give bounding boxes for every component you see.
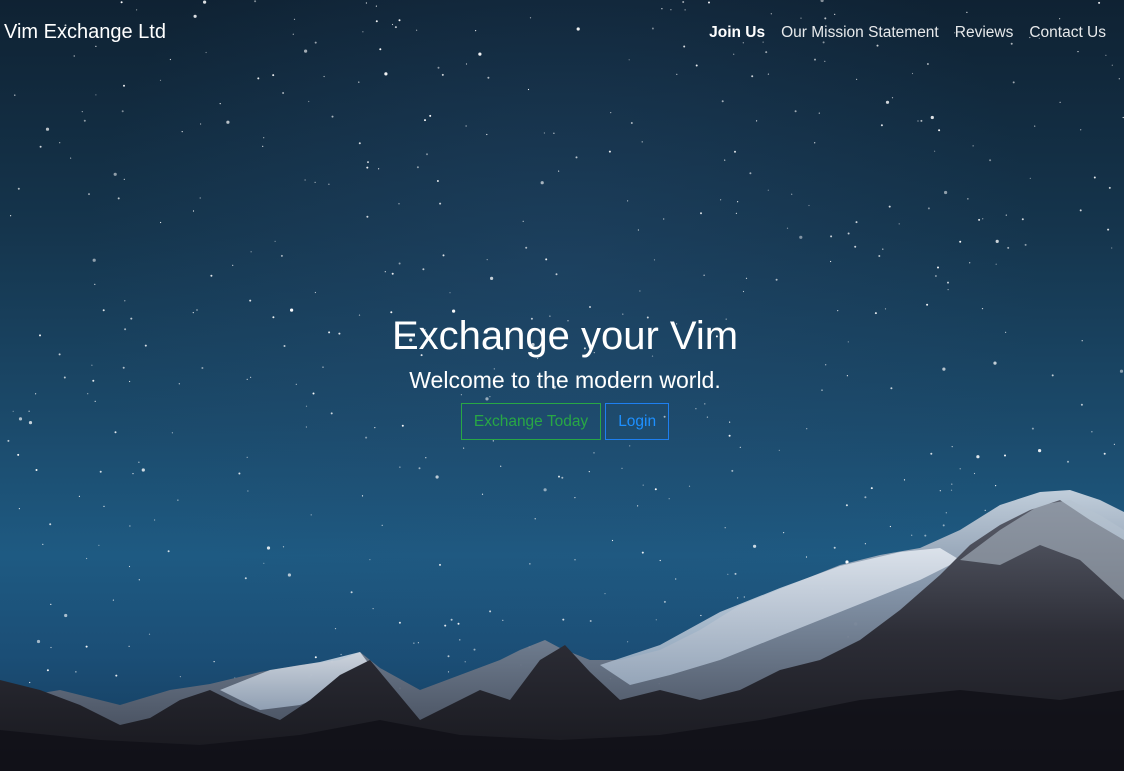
brand-link[interactable]: Vim Exchange Ltd: [4, 21, 166, 44]
hero-buttons: Exchange Today Login: [6, 403, 1124, 440]
nav-link-join-us[interactable]: Join Us: [709, 24, 765, 42]
nav-link-mission-statement[interactable]: Our Mission Statement: [781, 24, 939, 42]
hero-section: Exchange your Vim Welcome to the modern …: [0, 310, 1124, 440]
nav-links: Join Us Our Mission Statement Reviews Co…: [709, 24, 1106, 42]
top-navbar: Vim Exchange Ltd Join Us Our Mission Sta…: [0, 0, 1124, 64]
exchange-today-button[interactable]: Exchange Today: [460, 403, 602, 440]
nav-link-contact-us[interactable]: Contact Us: [1029, 24, 1106, 42]
login-button[interactable]: Login: [605, 403, 670, 440]
hero-subtitle: Welcome to the modern world.: [409, 367, 721, 393]
nav-link-reviews[interactable]: Reviews: [955, 24, 1014, 42]
hero-title: Exchange your Vim: [391, 314, 739, 358]
